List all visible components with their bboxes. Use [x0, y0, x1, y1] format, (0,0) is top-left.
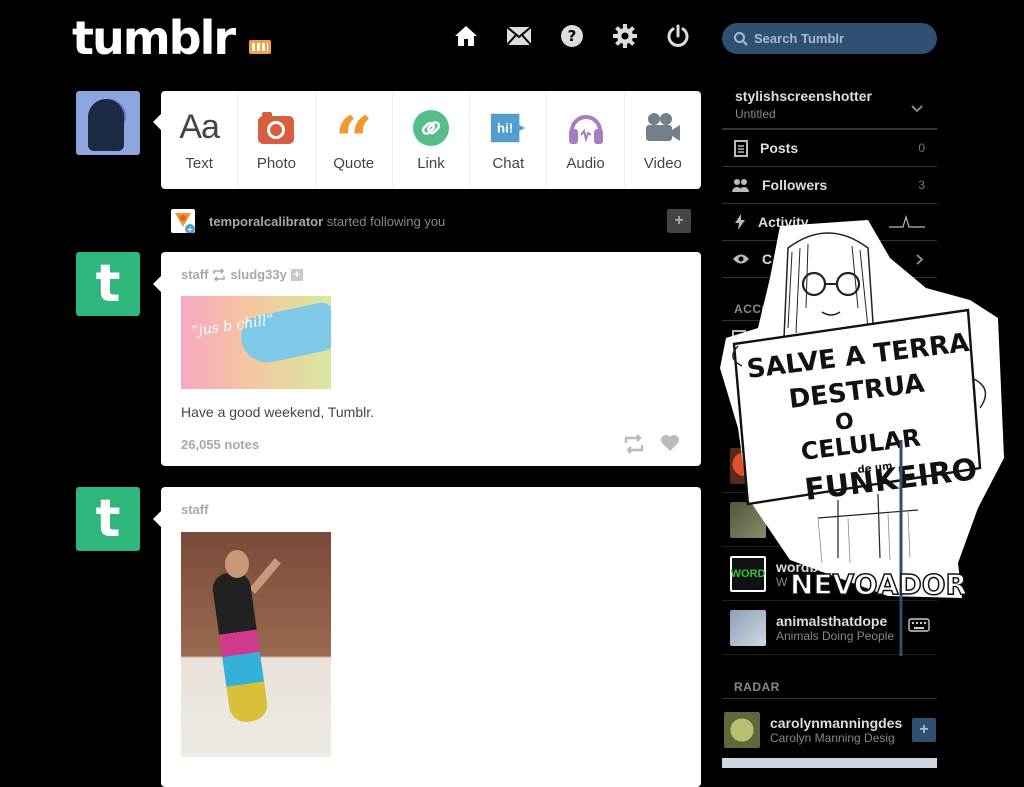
- video-camera-icon: [644, 109, 682, 147]
- post-pointer: [153, 276, 161, 292]
- create-text-button[interactable]: Aa Text: [161, 91, 239, 189]
- heart-icon: [661, 435, 679, 451]
- follow-notification: + temporalcalibrator started following y…: [171, 208, 691, 234]
- reblog-icon: [213, 268, 226, 281]
- chevron-down-icon[interactable]: [911, 100, 923, 118]
- chat-icon: hi!: [489, 109, 527, 147]
- follow-button[interactable]: +: [912, 718, 936, 742]
- create-video-label: Video: [643, 154, 682, 172]
- create-audio-button[interactable]: Audio: [547, 91, 625, 189]
- artist-signature: NEVOADOR: [790, 568, 967, 601]
- post-author[interactable]: staff: [181, 502, 208, 517]
- dolphin-shape: [237, 300, 331, 368]
- blog-name[interactable]: stylishscreenshotter: [735, 88, 872, 104]
- search-placeholder: Search Tumblr: [754, 31, 845, 46]
- blog-name: carolynmanningdes: [770, 715, 903, 731]
- mail-icon[interactable]: [505, 22, 533, 50]
- create-photo-label: Photo: [256, 154, 297, 172]
- svg-text:hi!: hi!: [497, 120, 513, 135]
- blog-avatar: [724, 712, 760, 748]
- divider: [722, 698, 937, 699]
- search-icon: [734, 31, 748, 46]
- post-body: Have a good weekend, Tumblr.: [181, 404, 375, 420]
- sidebar-item-followers[interactable]: Followers 3: [722, 167, 937, 204]
- reblog-icon: [624, 434, 644, 454]
- create-chat-button[interactable]: hi! Chat: [470, 91, 548, 189]
- user-avatar[interactable]: [76, 91, 140, 155]
- create-chat-label: Chat: [492, 154, 525, 172]
- reblog-button[interactable]: [623, 434, 645, 459]
- create-quote-button[interactable]: “ Quote: [316, 91, 393, 189]
- post-card: staff: [161, 487, 701, 787]
- post-image[interactable]: [181, 532, 331, 757]
- follow-plus-icon[interactable]: +: [290, 268, 303, 281]
- create-quote-label: Quote: [333, 154, 375, 172]
- sidebar-item-count: 0: [918, 141, 925, 155]
- post-image[interactable]: “jus b chill”: [181, 296, 331, 389]
- sidebar-item-label: Followers: [762, 177, 828, 193]
- post-header: staff sludg33y +: [181, 267, 303, 282]
- headphones-icon: [567, 109, 605, 147]
- like-button[interactable]: [660, 434, 680, 457]
- post-card: staff sludg33y + “jus b chill” Have a go…: [161, 252, 701, 466]
- create-photo-button[interactable]: Photo: [238, 91, 316, 189]
- gear-icon[interactable]: [611, 22, 639, 50]
- follower-name[interactable]: temporalcalibrator: [209, 214, 323, 229]
- dancer-arm: [249, 558, 281, 594]
- text-icon: Aa: [179, 108, 220, 146]
- svg-text:+: +: [187, 225, 194, 233]
- help-icon[interactable]: ?: [558, 22, 586, 50]
- sidebar-item-label: Posts: [760, 140, 799, 156]
- home-icon[interactable]: [452, 22, 480, 50]
- reblogged-from[interactable]: sludg33y: [230, 267, 286, 282]
- post-notes[interactable]: 26,055 notes: [181, 437, 259, 452]
- create-audio-label: Audio: [566, 154, 605, 172]
- radar-section-label: RADAR: [734, 680, 780, 694]
- sidebar-item-count: 3: [918, 178, 925, 192]
- radar-blog[interactable]: carolynmanningdes Carolyn Manning Desig: [722, 704, 937, 756]
- post-pointer: [153, 511, 161, 527]
- post-header: staff: [181, 502, 208, 517]
- blog-subtitle: Carolyn Manning Desig: [770, 731, 895, 745]
- creator-pointer: [153, 114, 161, 130]
- dancer-head: [225, 550, 249, 578]
- blog-title: Untitled: [735, 107, 776, 121]
- quote-icon: “: [334, 101, 373, 180]
- logo-badge-icon: [249, 40, 271, 54]
- dancer-figure: [210, 570, 270, 724]
- radar-image: [722, 758, 937, 768]
- followers-icon: [732, 179, 749, 192]
- document-icon: [734, 139, 748, 157]
- power-icon[interactable]: [664, 22, 692, 50]
- post-creator: Aa Text Photo “ Quote Link hi! Chat Audi…: [161, 91, 701, 189]
- tumblr-logo[interactable]: tumblr: [72, 10, 236, 66]
- create-link-label: Link: [417, 154, 445, 172]
- staff-avatar[interactable]: t: [76, 487, 140, 551]
- svg-text:?: ?: [568, 27, 577, 45]
- camera-icon: [257, 109, 295, 147]
- create-link-button[interactable]: Link: [393, 91, 471, 189]
- sidebar-item-posts[interactable]: Posts 0: [722, 130, 937, 167]
- staff-avatar[interactable]: t: [76, 252, 140, 316]
- search-input[interactable]: Search Tumblr: [722, 23, 937, 54]
- create-text-label: Text: [185, 154, 213, 172]
- follower-avatar[interactable]: +: [171, 209, 195, 234]
- plus-icon: +: [919, 721, 929, 738]
- post-author[interactable]: staff: [181, 267, 208, 282]
- follow-notification-text: temporalcalibrator started following you: [209, 214, 445, 229]
- link-icon: [412, 109, 450, 147]
- create-video-button[interactable]: Video: [625, 91, 701, 189]
- follow-back-button[interactable]: +: [667, 209, 691, 233]
- plus-icon: +: [674, 212, 684, 229]
- protest-sketch-overlay: SALVE A TERRA DESTRUA O CELULAR de um FU…: [720, 220, 1004, 656]
- follow-action: started following you: [323, 213, 446, 229]
